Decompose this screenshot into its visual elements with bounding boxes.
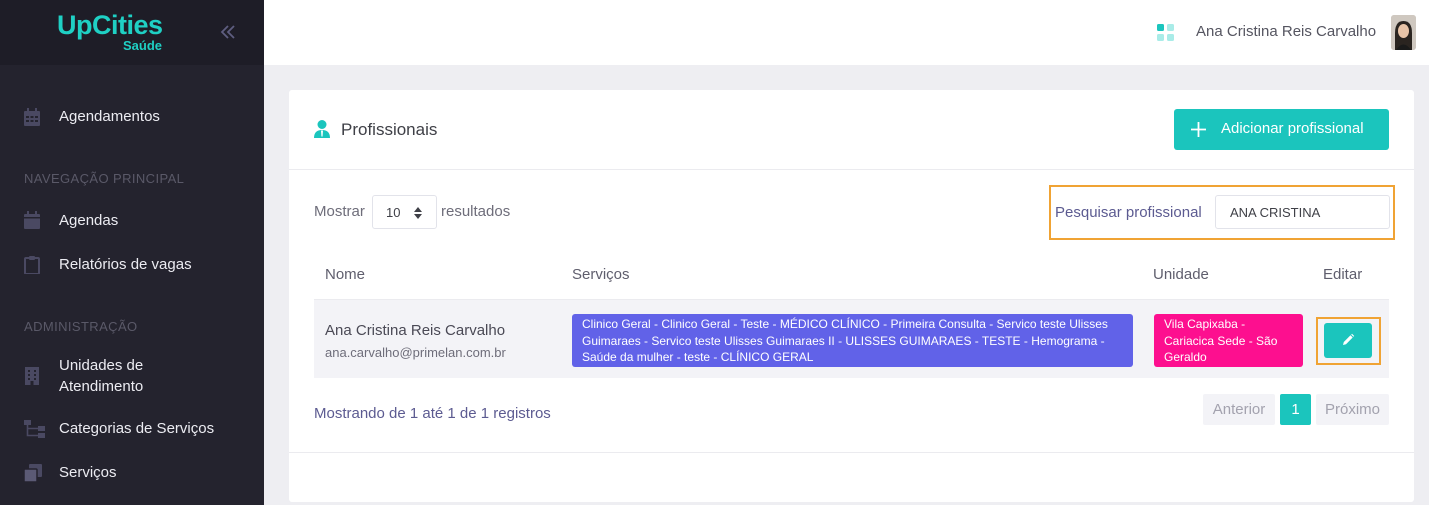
double-chevron-left-icon[interactable] [218, 22, 238, 42]
layers-icon [24, 464, 42, 482]
page-size-value: 10 [386, 205, 401, 220]
column-header-nome[interactable]: Nome [325, 266, 365, 283]
sidebar-item-label: Agendas [59, 212, 119, 229]
edit-button[interactable] [1324, 323, 1372, 358]
logo-subtext: Saúde [123, 38, 163, 53]
page-1-button[interactable]: 1 [1280, 394, 1311, 425]
sidebar-item-categorias[interactable]: Categorias de Serviços [0, 418, 264, 440]
next-page-button[interactable]: Próximo [1316, 394, 1389, 425]
clipboard-icon [24, 256, 40, 274]
pagination-info: Mostrando de 1 até 1 de 1 registros [314, 405, 551, 422]
search-input[interactable] [1215, 195, 1390, 229]
sidebar-item-servicos[interactable]: Serviços [0, 462, 264, 484]
sidebar: UpCities Saúde Agendamentos NAVEGAÇÃO PR… [0, 0, 264, 505]
column-header-unidade[interactable]: Unidade [1153, 266, 1209, 283]
logo[interactable]: UpCities Saúde [57, 10, 163, 54]
building-icon [25, 367, 39, 385]
professionals-card: Profissionais Adicionar profissional Mos… [289, 90, 1414, 502]
page-size-select[interactable]: 10 [372, 195, 437, 229]
sidebar-item-relatorios[interactable]: Relatórios de vagas [0, 254, 264, 276]
services-badge: Clinico Geral - Clinico Geral - Teste - … [572, 314, 1133, 367]
nav-heading-administracao: ADMINISTRAÇÃO [24, 319, 138, 334]
search-area: Pesquisar profissional [1049, 185, 1395, 240]
calendar-icon [24, 108, 40, 126]
professional-email: ana.carvalho@primelan.com.br [325, 345, 506, 360]
user-name[interactable]: Ana Cristina Reis Carvalho [1196, 23, 1376, 40]
sidebar-item-unidades[interactable]: Unidades de Atendimento [0, 355, 264, 399]
topbar: Ana Cristina Reis Carvalho [264, 0, 1429, 65]
column-header-editar: Editar [1323, 266, 1363, 283]
apps-grid-icon[interactable] [1157, 24, 1174, 41]
sidebar-item-agendas[interactable]: Agendas [0, 210, 264, 232]
hierarchy-icon [24, 420, 45, 438]
page-title: Profissionais [341, 120, 438, 139]
nav-heading-principal: NAVEGAÇÃO PRINCIPAL [24, 171, 185, 186]
sidebar-item-label: Categorias de Serviços [59, 420, 215, 437]
sidebar-item-agendamentos[interactable]: Agendamentos [0, 106, 264, 128]
search-label: Pesquisar profissional [1055, 204, 1202, 221]
edit-highlight [1316, 317, 1381, 365]
calendar-icon [24, 211, 40, 229]
results-label: resultados [441, 203, 511, 220]
card-header: Profissionais Adicionar profissional [289, 90, 1414, 170]
pencil-icon [1343, 333, 1355, 345]
avatar[interactable] [1391, 15, 1416, 50]
sidebar-item-label: Unidades de Atendimento [59, 357, 144, 395]
previous-page-button[interactable]: Anterior [1203, 394, 1275, 425]
add-professional-label: Adicionar profissional [1221, 120, 1364, 137]
logo-text: UpCities [57, 10, 163, 40]
sidebar-item-label: Agendamentos [59, 108, 160, 125]
column-header-servicos[interactable]: Serviços [572, 266, 630, 283]
add-professional-button[interactable]: Adicionar profissional [1174, 109, 1389, 150]
table-row: Ana Cristina Reis Carvalho ana.carvalho@… [314, 299, 1389, 378]
user-tie-icon [314, 120, 330, 138]
sidebar-item-label: Relatórios de vagas [59, 256, 192, 273]
brand-area: UpCities Saúde [0, 0, 264, 65]
plus-icon [1191, 122, 1206, 137]
sort-caret-icon [414, 207, 422, 219]
professional-name: Ana Cristina Reis Carvalho [325, 322, 506, 339]
unit-badge: Vila Capixaba - Cariacica Sede - São Ger… [1154, 314, 1303, 367]
divider [289, 452, 1414, 453]
sidebar-item-label: Serviços [59, 464, 117, 481]
show-label: Mostrar [314, 203, 365, 220]
